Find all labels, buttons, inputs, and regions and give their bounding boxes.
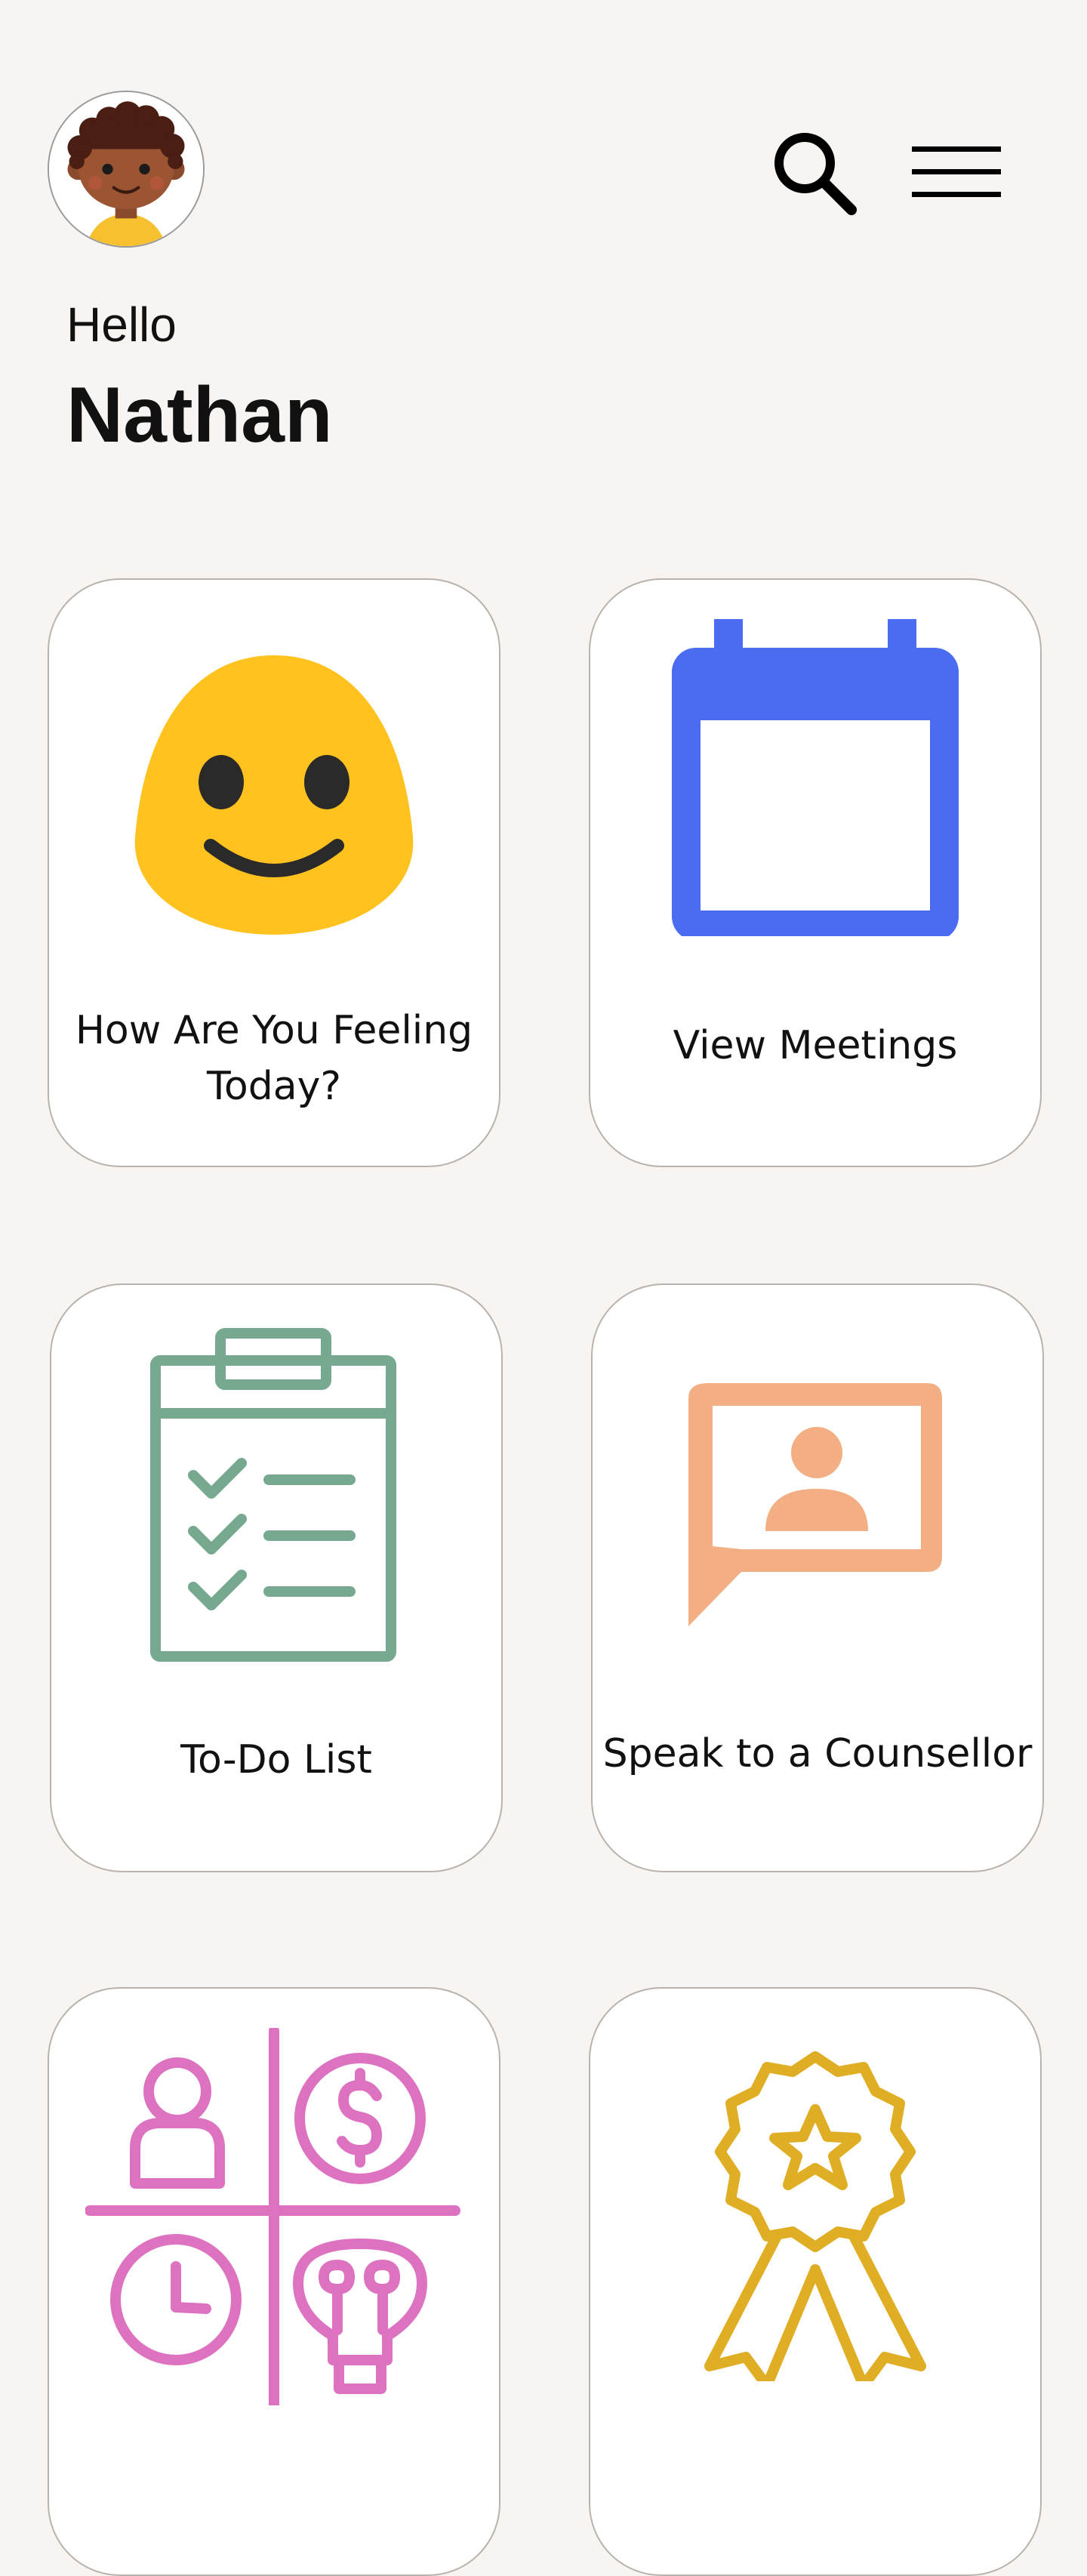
- search-icon[interactable]: [767, 125, 861, 219]
- card-how-are-you-feeling[interactable]: How Are You Feeling Today?: [48, 578, 500, 1167]
- award-ribbon-icon: [704, 2051, 926, 2381]
- card-speak-to-counsellor[interactable]: Speak to a Counsellor: [591, 1283, 1044, 1872]
- user-name: Nathan: [66, 371, 333, 459]
- card-planning[interactable]: [48, 1987, 500, 2576]
- calendar-icon: [672, 619, 959, 936]
- card-label-feeling: How Are You Feeling Today?: [75, 1008, 473, 1109]
- card-rewards[interactable]: [589, 1987, 1042, 2576]
- card-label-counsellor: Speak to a Counsellor: [602, 1731, 1033, 1776]
- card-label-meetings: View Meetings: [673, 1023, 958, 1068]
- checklist-clipboard-icon: [150, 1328, 396, 1662]
- card-to-do-list[interactable]: To-Do List: [50, 1283, 503, 1872]
- hamburger-menu-icon[interactable]: [906, 140, 1007, 204]
- card-label-todo: To-Do List: [180, 1737, 372, 1783]
- greeting-text: Hello: [66, 297, 177, 352]
- smiley-face-icon: [134, 655, 414, 935]
- chat-person-icon: [688, 1383, 942, 1626]
- child-avatar-icon: [49, 92, 203, 246]
- quadrants-icon: [85, 2028, 460, 2405]
- user-avatar[interactable]: [48, 91, 205, 248]
- card-view-meetings[interactable]: View Meetings: [589, 578, 1042, 1167]
